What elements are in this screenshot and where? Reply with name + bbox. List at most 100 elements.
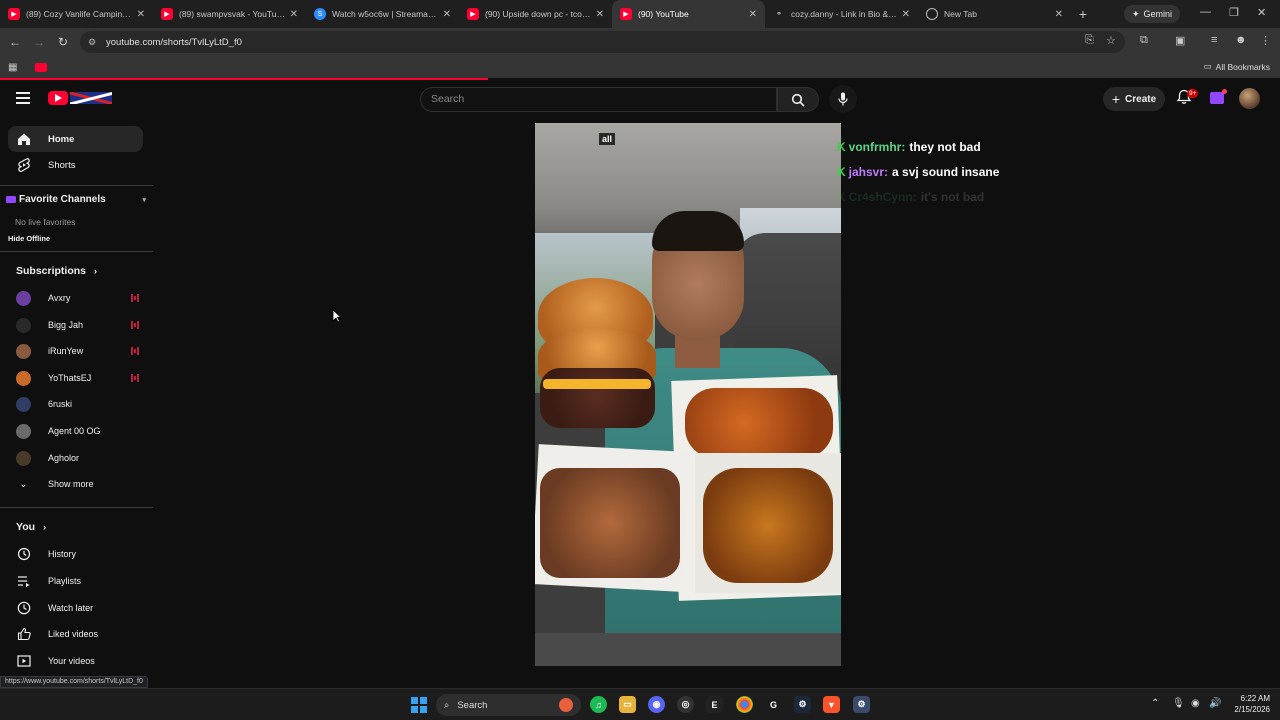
volume-icon[interactable]: 🔊 xyxy=(1209,698,1221,709)
start-button[interactable] xyxy=(411,697,427,713)
account-avatar[interactable] xyxy=(1239,88,1260,109)
taskbar-search[interactable]: ⌕ Search xyxy=(436,694,581,716)
discord-icon[interactable]: ◉ xyxy=(648,696,665,713)
voice-search-button[interactable] xyxy=(829,85,857,113)
close-icon[interactable]: ✕ xyxy=(902,9,910,20)
sidebar-item-home[interactable]: Home xyxy=(8,126,143,152)
system-clock[interactable]: 6:22 AM 2/15/2026 xyxy=(1228,693,1270,715)
subscription-item[interactable]: Agholor xyxy=(16,447,140,469)
twitch-extension-icon[interactable] xyxy=(1210,89,1227,104)
youtube-icon: ▶ xyxy=(620,8,632,20)
all-bookmarks-button[interactable]: ▭ All Bookmarks xyxy=(1204,61,1270,72)
avatar xyxy=(16,423,31,439)
subscription-item[interactable]: Avxry xyxy=(16,287,140,309)
close-icon[interactable]: ✕ xyxy=(290,9,298,20)
divider xyxy=(0,251,153,252)
hamburger-menu-icon[interactable] xyxy=(16,92,30,107)
youtube-bookmark-icon[interactable] xyxy=(35,62,48,72)
brave-icon[interactable]: ▼ xyxy=(823,696,840,713)
browser-toolbar: ← → ↻ ⚙ youtube.com/shorts/TvlLyLtD_f0 ⎘… xyxy=(0,28,1280,56)
search-button[interactable] xyxy=(777,87,819,112)
subscription-item[interactable]: 6ruski xyxy=(16,393,140,415)
subscription-item[interactable]: iRunYew xyxy=(16,340,140,362)
subscription-item[interactable]: Agent 00 OG xyxy=(16,420,140,442)
spotify-icon[interactable]: ♫ xyxy=(590,696,607,713)
new-tab-button[interactable]: + xyxy=(1071,6,1095,22)
profile-icon[interactable]: ☻ xyxy=(1235,34,1247,46)
back-button[interactable]: ← xyxy=(3,35,27,49)
video-frame-dashboard xyxy=(535,633,841,666)
sidebar-item-shorts[interactable]: Shorts xyxy=(8,152,143,178)
restore-button[interactable]: ❐ xyxy=(1229,6,1239,19)
microphone-icon[interactable]: 🎙 xyxy=(1172,698,1185,709)
tab-5[interactable]: ⚭ cozy.danny - Link in Bio & Cr ✕ xyxy=(765,0,918,28)
tab-6[interactable]: New Tab ✕ xyxy=(918,0,1071,28)
close-icon[interactable]: ✕ xyxy=(137,9,145,20)
steam-icon[interactable]: ⚙ xyxy=(794,696,811,713)
search-input[interactable]: Search xyxy=(420,87,777,112)
notification-count-badge: 9+ xyxy=(1187,89,1199,98)
sparkle-icon: ✦ xyxy=(1132,8,1140,19)
chevron-down-icon[interactable]: ▾ xyxy=(142,196,146,204)
logo-flag-icon[interactable] xyxy=(70,92,112,104)
watch-later-icon xyxy=(16,601,32,615)
settings-icon[interactable]: ⚙ xyxy=(853,696,870,713)
show-more-button[interactable]: ⌄ Show more xyxy=(16,473,140,495)
favorite-channels-header[interactable]: Favorite Channels ▾ xyxy=(6,194,146,205)
app-icon[interactable]: G xyxy=(765,696,782,713)
tab-3[interactable]: ▶ (90) Upside down pc - tcoma ✕ xyxy=(459,0,612,28)
tab-label: New Tab xyxy=(944,9,977,19)
side-panel-icon[interactable]: ▣ xyxy=(1175,34,1185,47)
sidebar-item-watch-later[interactable]: Watch later xyxy=(16,597,93,619)
chevron-up-icon[interactable]: ⌃ xyxy=(1151,698,1159,709)
chrome-icon[interactable] xyxy=(736,696,753,713)
apps-grid-icon[interactable]: ▦ xyxy=(8,62,17,73)
sidebar-item-history[interactable]: History xyxy=(16,543,76,565)
chat-username: Cr4shCynn: xyxy=(848,190,917,204)
minimize-button[interactable]: — xyxy=(1200,6,1211,18)
youtube-logo[interactable] xyxy=(48,91,68,105)
media-controls-icon[interactable]: ≡ xyxy=(1211,34,1217,46)
bookmark-star-icon[interactable]: ☆ xyxy=(1106,34,1116,47)
channel-name: Agholor xyxy=(48,453,80,463)
file-explorer-icon[interactable]: ▭ xyxy=(619,696,636,713)
tab-2[interactable]: S Watch w5oc6w | Streamable ✕ xyxy=(306,0,459,28)
create-button[interactable]: + Create xyxy=(1103,87,1165,111)
epic-games-icon[interactable]: E xyxy=(706,696,723,713)
extensions-icon[interactable]: ⧉ xyxy=(1140,34,1148,47)
video-overlay-tag: all xyxy=(599,133,616,145)
close-window-button[interactable]: ✕ xyxy=(1257,6,1266,19)
shorts-video-player[interactable] xyxy=(535,123,841,666)
avatar xyxy=(16,290,31,306)
obs-icon[interactable]: ◎ xyxy=(677,696,694,713)
sidebar-item-playlists[interactable]: Playlists xyxy=(16,570,81,592)
tab-4[interactable]: ▶ (90) YouTube ✕ xyxy=(612,0,765,28)
close-icon[interactable]: ✕ xyxy=(1055,9,1063,20)
menu-icon[interactable]: ⋮ xyxy=(1260,34,1271,47)
forward-button[interactable]: → xyxy=(27,35,51,49)
favorite-channels-title: Favorite Channels xyxy=(19,194,106,205)
reload-button[interactable]: ↻ xyxy=(51,35,75,49)
tab-1[interactable]: ▶ (89) swampvsvak - YouTube ✕ xyxy=(153,0,306,28)
no-live-favorites-text: No live favorites xyxy=(15,217,76,227)
hide-offline-button[interactable]: Hide Offline xyxy=(8,234,50,243)
channel-name: iRunYew xyxy=(48,346,84,356)
streamable-icon: S xyxy=(314,8,326,20)
subscription-item[interactable]: Bigg Jah xyxy=(16,314,140,336)
you-header[interactable]: You › xyxy=(16,521,46,533)
close-icon[interactable]: ✕ xyxy=(749,9,757,20)
close-icon[interactable]: ✕ xyxy=(443,9,451,20)
site-info-icon[interactable]: ⚙ xyxy=(88,37,100,48)
search-icon xyxy=(791,93,805,107)
tab-0[interactable]: ▶ (89) Cozy Vanlife Camping du ✕ xyxy=(0,0,153,28)
network-icon[interactable]: ◉ xyxy=(1191,698,1200,709)
sidebar-item-your-videos[interactable]: Your videos xyxy=(16,650,95,672)
channel-name: Avxry xyxy=(48,293,71,303)
install-app-icon[interactable]: ⎘ xyxy=(1085,34,1094,47)
subscription-item[interactable]: YoThatsEJ xyxy=(16,367,140,389)
close-icon[interactable]: ✕ xyxy=(596,9,604,20)
address-bar[interactable]: ⚙ youtube.com/shorts/TvlLyLtD_f0 xyxy=(80,31,1125,53)
sidebar-item-liked-videos[interactable]: Liked videos xyxy=(16,623,98,645)
gemini-button[interactable]: ✦ Gemini xyxy=(1124,5,1181,23)
subscriptions-header[interactable]: Subscriptions › xyxy=(16,265,97,277)
